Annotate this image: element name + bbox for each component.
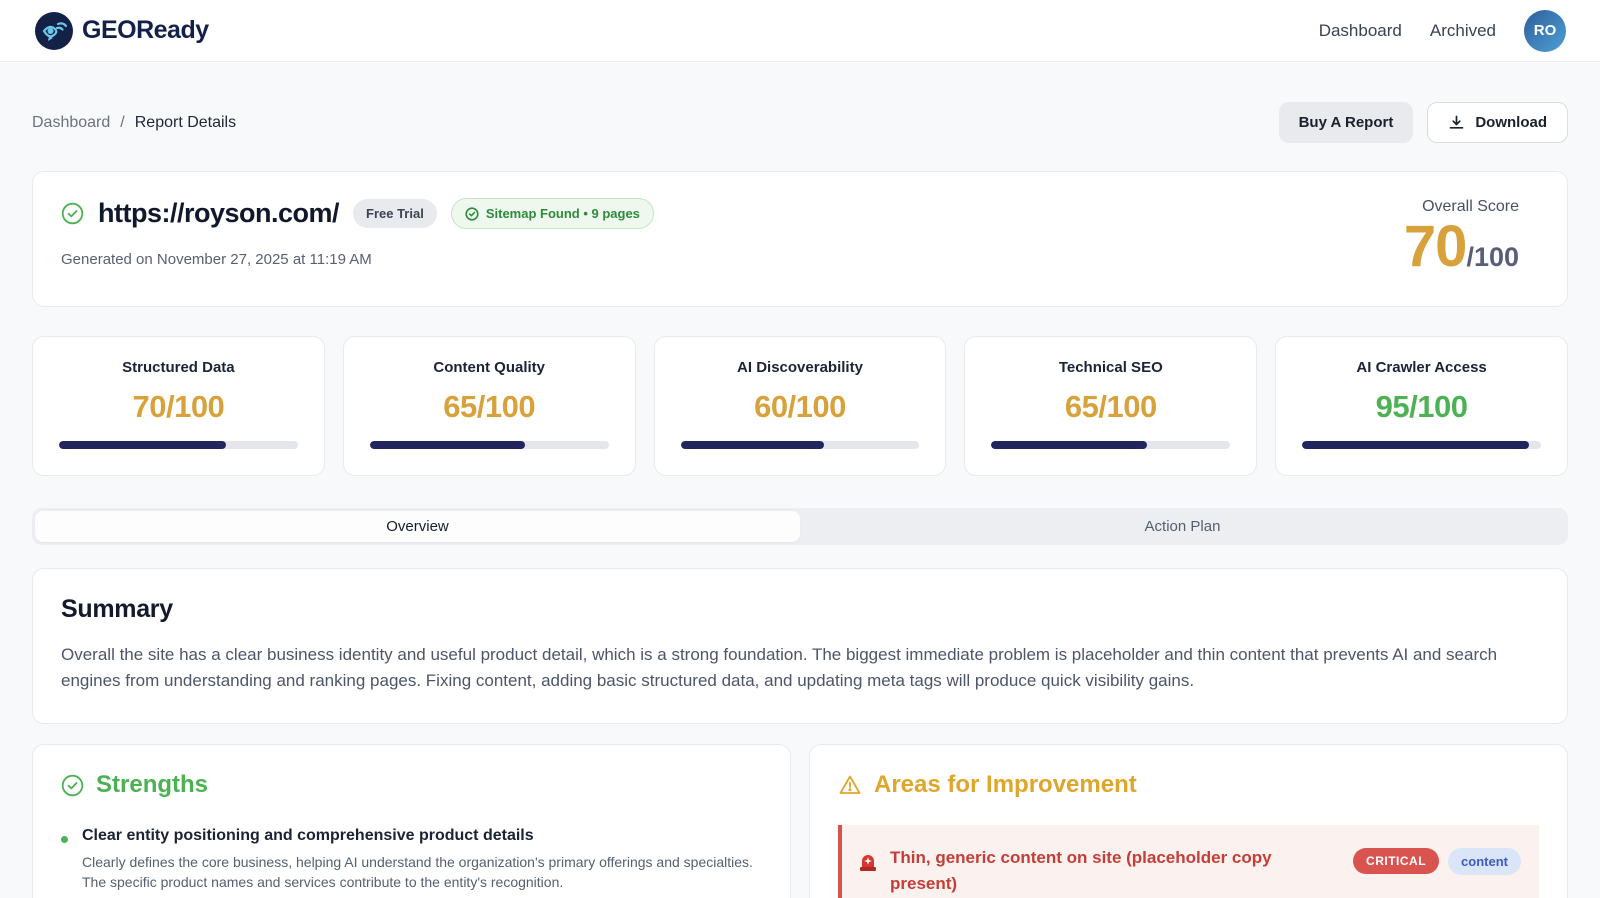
summary-body: Overall the site has a clear business id… xyxy=(61,642,1537,693)
nav-archived-link[interactable]: Archived xyxy=(1430,21,1496,41)
improvement-alert-item: Thin, generic content on site (placehold… xyxy=(838,825,1539,898)
score-value: 60/100 xyxy=(681,389,920,425)
category-badge: content xyxy=(1448,848,1521,875)
verified-check-icon xyxy=(61,202,84,225)
bullet-dot-icon xyxy=(61,836,68,843)
score-label: AI Discoverability xyxy=(681,359,920,376)
plan-badge: Free Trial xyxy=(353,199,437,228)
score-label: Structured Data xyxy=(59,359,298,376)
score-value: 65/100 xyxy=(370,389,609,425)
score-cards-row: Structured Data 70/100 Content Quality 6… xyxy=(32,336,1568,476)
score-card-ai-crawler-access: AI Crawler Access 95/100 xyxy=(1275,336,1568,476)
score-progress-track xyxy=(991,441,1230,449)
siren-icon xyxy=(858,851,878,898)
breadcrumb-separator: / xyxy=(120,114,124,132)
site-url: https://royson.com/ xyxy=(98,198,339,229)
tab-overview[interactable]: Overview xyxy=(35,511,800,542)
report-header-card: https://royson.com/ Free Trial Sitemap F… xyxy=(32,171,1568,307)
severity-badge: CRITICAL xyxy=(1353,848,1439,874)
tab-action-plan[interactable]: Action Plan xyxy=(800,511,1565,542)
strength-item-description: Clearly defines the core business, helpi… xyxy=(82,852,762,893)
score-card-structured-data: Structured Data 70/100 xyxy=(32,336,325,476)
score-progress-fill xyxy=(681,441,824,449)
overall-score-max: /100 xyxy=(1466,242,1519,273)
score-label: Technical SEO xyxy=(991,359,1230,376)
improvements-title: Areas for Improvement xyxy=(874,771,1137,799)
report-tabs: Overview Action Plan xyxy=(32,508,1568,545)
download-icon xyxy=(1448,114,1465,131)
summary-card: Summary Overall the site has a clear bus… xyxy=(32,568,1568,724)
score-value: 65/100 xyxy=(991,389,1230,425)
score-progress-fill xyxy=(59,441,226,449)
top-navbar: GEOReady Dashboard Archived RO xyxy=(0,0,1600,62)
overall-score-value: 70 xyxy=(1404,218,1467,276)
breadcrumb-current: Report Details xyxy=(135,114,236,132)
improvements-panel: Areas for Improvement Thin, generic cont… xyxy=(809,744,1568,898)
score-value: 70/100 xyxy=(59,389,298,425)
score-progress-track xyxy=(681,441,920,449)
score-progress-fill xyxy=(1302,441,1529,449)
strengths-title: Strengths xyxy=(96,771,208,799)
breadcrumb-dashboard[interactable]: Dashboard xyxy=(32,114,110,132)
warning-triangle-icon xyxy=(838,773,862,797)
brand-name: GEOReady xyxy=(82,16,209,45)
score-progress-track xyxy=(1302,441,1541,449)
score-progress-track xyxy=(59,441,298,449)
score-card-technical-seo: Technical SEO 65/100 xyxy=(964,336,1257,476)
geo-ready-logo-icon xyxy=(34,11,74,51)
score-progress-fill xyxy=(991,441,1146,449)
score-progress-fill xyxy=(370,441,525,449)
score-label: Content Quality xyxy=(370,359,609,376)
download-button[interactable]: Download xyxy=(1427,102,1568,143)
strength-item-title: Clear entity positioning and comprehensi… xyxy=(82,827,762,845)
nav-dashboard-link[interactable]: Dashboard xyxy=(1319,21,1402,41)
generated-timestamp: Generated on November 27, 2025 at 11:19 … xyxy=(61,251,654,268)
score-card-ai-discoverability: AI Discoverability 60/100 xyxy=(654,336,947,476)
score-label: AI Crawler Access xyxy=(1302,359,1541,376)
strength-list-item: Clear entity positioning and comprehensi… xyxy=(61,827,762,898)
score-value: 95/100 xyxy=(1302,389,1541,425)
alert-title: Thin, generic content on site (placehold… xyxy=(890,845,1341,898)
breadcrumb: Dashboard / Report Details xyxy=(32,114,236,132)
strengths-check-icon xyxy=(61,774,84,797)
sitemap-badge: Sitemap Found • 9 pages xyxy=(451,198,654,229)
strengths-panel: Strengths Clear entity positioning and c… xyxy=(32,744,791,898)
sitemap-check-icon xyxy=(465,207,479,221)
score-card-content-quality: Content Quality 65/100 xyxy=(343,336,636,476)
summary-title: Summary xyxy=(61,595,1537,624)
user-avatar[interactable]: RO xyxy=(1524,10,1566,52)
score-progress-track xyxy=(370,441,609,449)
buy-report-button[interactable]: Buy A Report xyxy=(1279,102,1414,143)
brand-logo[interactable]: GEOReady xyxy=(34,11,209,51)
